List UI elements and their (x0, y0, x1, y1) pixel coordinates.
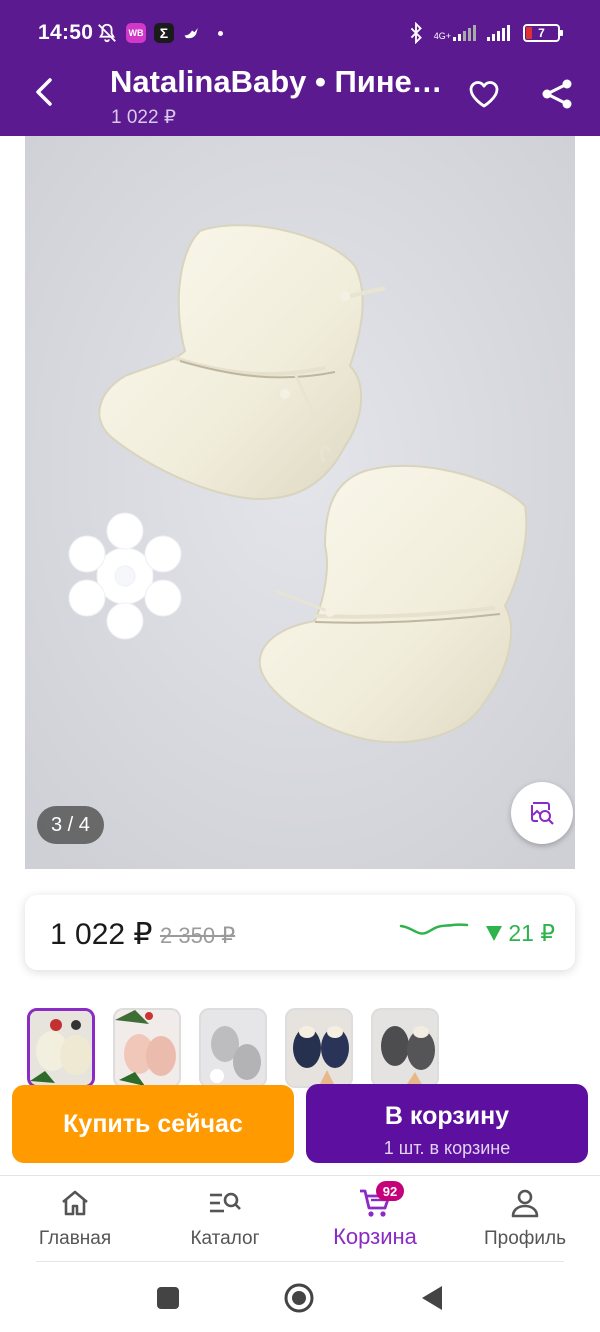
signal-icon-sim1 (453, 25, 476, 41)
add-to-cart-label: В корзину (384, 1102, 510, 1130)
add-to-cart-button[interactable]: В корзину 1 шт. в корзине (306, 1084, 588, 1163)
header-price: 1 022 ₽ (111, 107, 176, 128)
thumbnail-strip (27, 1008, 439, 1088)
thumbnail-1[interactable] (27, 1008, 95, 1088)
page-title: NatalinaBaby • Пинетки (110, 64, 455, 99)
nav-item-catalog[interactable]: Каталог (155, 1186, 295, 1258)
status-bar: 14:50 WB Σ 4G+ 7 (0, 0, 600, 52)
nav-label-catalog: Каталог (190, 1228, 260, 1249)
image-counter: 3 / 4 (37, 806, 104, 844)
price-drop-value: 21 ₽ (508, 920, 555, 946)
thumbnail-2[interactable] (113, 1008, 181, 1088)
status-time: 14:50 (38, 21, 94, 44)
signal-icon-sim2 (487, 25, 510, 41)
nav-item-profile[interactable]: Профиль (455, 1186, 595, 1258)
price-card[interactable]: 1 022 ₽ 2 350 ₽ 21 ₽ (25, 895, 575, 970)
in-cart-count: 1 шт. в корзине (383, 1138, 511, 1158)
nav-label-cart: Корзина (333, 1224, 417, 1249)
share-icon (542, 79, 572, 109)
share-button[interactable] (535, 72, 579, 116)
status-system-icons: 4G+ 7 (408, 21, 563, 45)
back-system-button[interactable] (416, 1282, 448, 1314)
arrow-left-icon (36, 78, 52, 106)
bottom-navigation: Главная Каталог 92 Корзина Профиль (0, 1175, 600, 1261)
nav-item-cart[interactable]: 92 Корзина (305, 1181, 445, 1258)
product-gallery[interactable]: 3 / 4 (25, 136, 575, 869)
price-drop: 21 ₽ (486, 920, 555, 947)
triangle-back-icon (422, 1286, 442, 1310)
bluetooth-icon (410, 22, 422, 44)
current-price: 1 022 ₽ (50, 918, 153, 951)
cart-count-badge: 92 (376, 1181, 404, 1201)
nav-label-home: Главная (38, 1228, 112, 1249)
cart-icon: 92 (358, 1181, 404, 1220)
heart-icon (469, 81, 499, 108)
thumbnail-5[interactable] (371, 1008, 439, 1088)
thumbnail-image (201, 1010, 265, 1086)
status-notification-icons: WB Σ (96, 21, 223, 45)
visual-search-button[interactable] (511, 782, 573, 844)
profile-icon (508, 1186, 542, 1220)
nav-item-home[interactable]: Главная (5, 1186, 145, 1258)
price-trend-sparkline[interactable] (399, 919, 469, 945)
triangle-down-icon (486, 926, 503, 941)
system-navigation-bar (0, 1262, 600, 1332)
square-icon (157, 1287, 179, 1309)
old-price: 2 350 ₽ (160, 923, 236, 948)
bird-app-icon (184, 28, 198, 39)
wildberries-app-icon: WB (126, 23, 146, 43)
sigma-app-icon: Σ (154, 23, 174, 43)
home-icon (58, 1186, 92, 1220)
product-photo[interactable] (25, 136, 575, 869)
network-type: 4G+ (434, 25, 477, 41)
nav-label-profile: Профиль (483, 1228, 567, 1249)
favorite-button[interactable] (462, 72, 506, 116)
circle-icon (284, 1283, 314, 1313)
thumbnail-3[interactable] (199, 1008, 267, 1088)
recent-apps-button[interactable] (152, 1282, 184, 1314)
more-notifications-dot (218, 30, 223, 36)
image-search-icon (531, 802, 554, 825)
top-app-bar: NatalinaBaby • Пинетки 1 022 ₽ (0, 52, 600, 136)
thumbnail-image (287, 1010, 351, 1086)
thumbnail-image (30, 1011, 92, 1085)
thumbnail-image (373, 1010, 437, 1086)
home-system-button[interactable] (283, 1282, 315, 1314)
muted-bell-icon (98, 23, 116, 43)
back-button[interactable] (22, 70, 66, 114)
thumbnail-image (115, 1010, 179, 1086)
battery-icon: 7 (523, 24, 563, 42)
buy-now-button[interactable]: Купить сейчас (12, 1085, 294, 1163)
catalog-search-icon (208, 1186, 242, 1220)
thumbnail-4[interactable] (285, 1008, 353, 1088)
